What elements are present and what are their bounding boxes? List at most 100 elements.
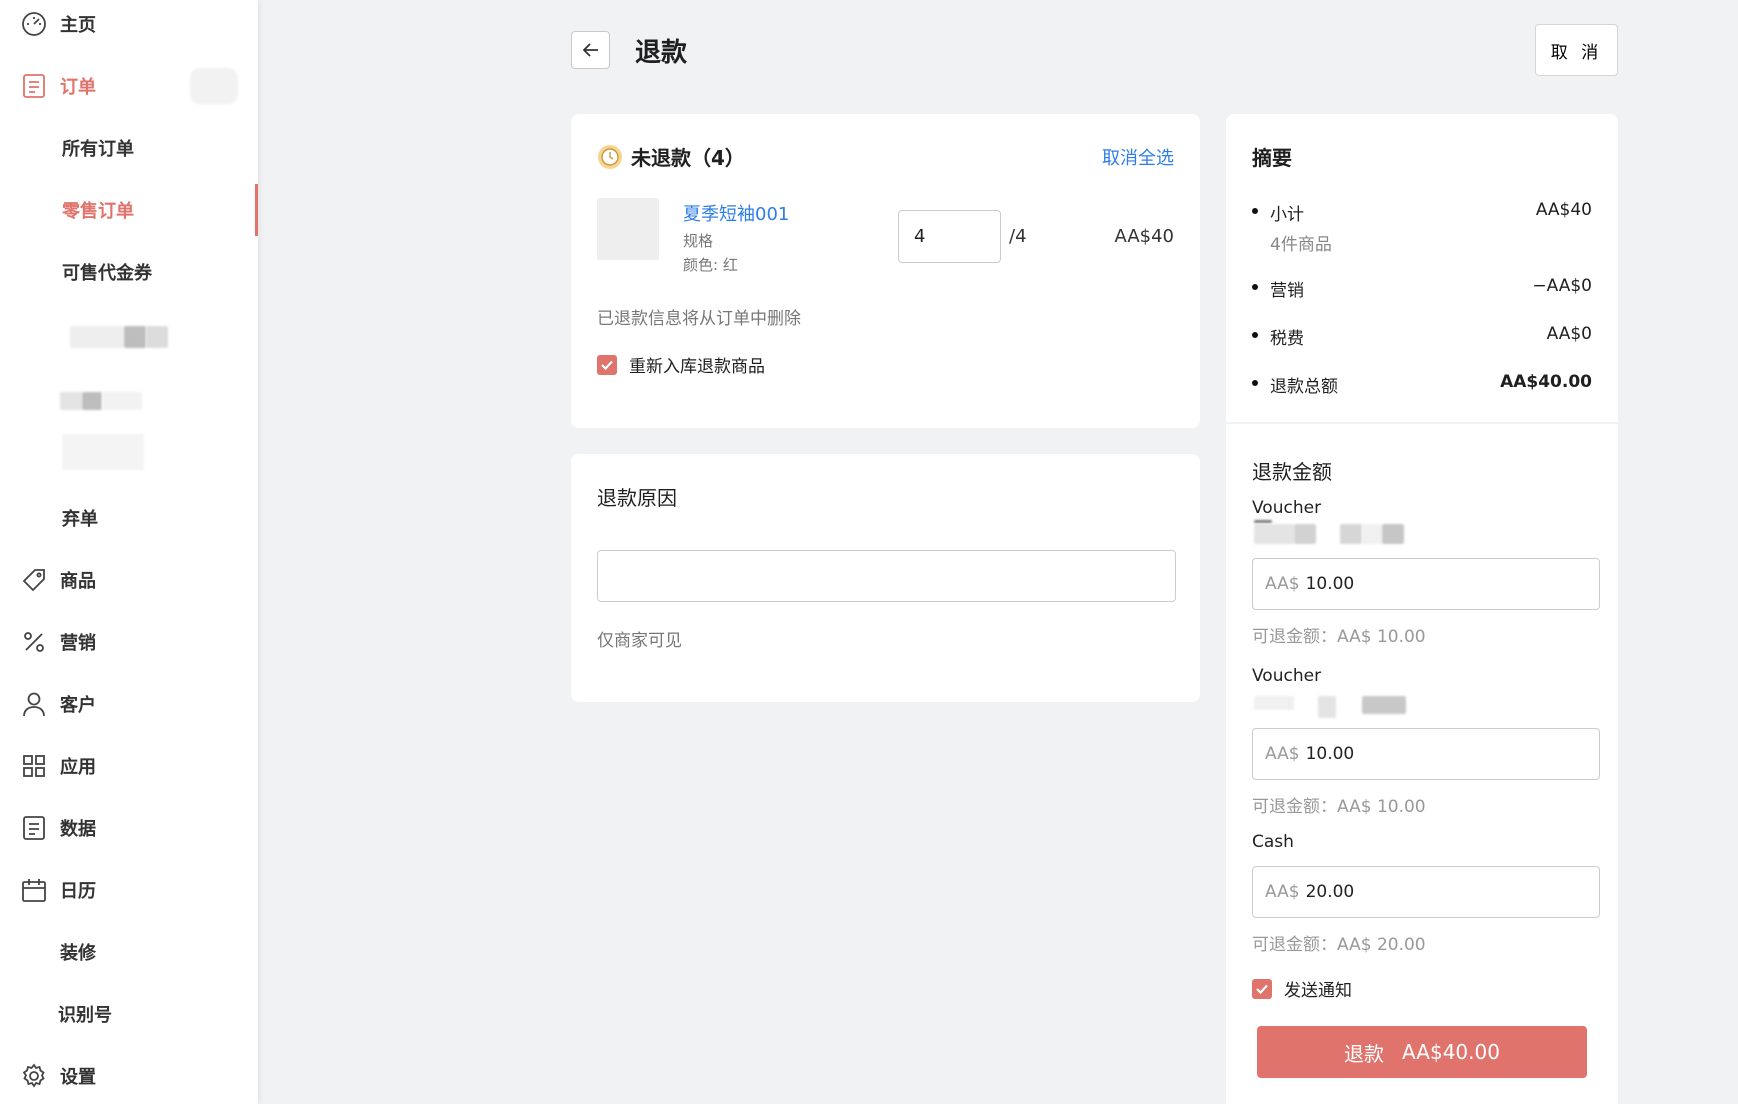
payment-method-label: Voucher [1252, 498, 1322, 518]
blurred-detail [1382, 524, 1404, 544]
sidebar-item-label: 应用 [60, 757, 96, 778]
sidebar-item-decorate[interactable]: 装修 [0, 930, 258, 974]
product-color: 颜色: 红 [683, 256, 738, 274]
subtotal-items: 4件商品 [1270, 235, 1332, 255]
arrow-left-icon [582, 43, 598, 57]
clock-icon [597, 144, 623, 170]
product-name-link[interactable]: 夏季短袖001 [683, 200, 789, 226]
product-spec: 规格 [683, 232, 714, 250]
unrefunded-title: 未退款（4） [631, 146, 745, 170]
refund-button-amount: AA$40.00 [1402, 1040, 1500, 1064]
sidebar-item-all-orders[interactable]: 所有订单 [0, 126, 258, 170]
refund-amount-input[interactable]: AA$ 20.00 [1252, 866, 1600, 918]
payment-method-label: Cash [1252, 832, 1294, 852]
sidebar-item-label: 可售代金券 [62, 263, 152, 284]
tax-value: AA$0 [1546, 324, 1592, 344]
refund-note: 已退款信息将从订单中删除 [597, 309, 801, 329]
refund-amount-input[interactable]: AA$ 10.00 [1252, 558, 1600, 610]
sidebar-item-label: 商品 [60, 571, 96, 592]
refund-amount-title: 退款金额 [1252, 460, 1332, 484]
back-button[interactable] [571, 31, 610, 69]
check-icon [601, 360, 613, 370]
blurred-detail [1254, 696, 1294, 710]
blurred-detail [1254, 520, 1272, 523]
available-amount: 可退金额：AA$ 20.00 [1252, 935, 1426, 955]
percent-icon [20, 628, 48, 656]
refund-button-label: 退款 [1344, 1041, 1385, 1066]
notify-checkbox[interactable] [1252, 978, 1272, 999]
blurred-detail [1318, 696, 1336, 718]
sidebar-item-home[interactable]: 主页 [0, 2, 258, 46]
summary-divider [1226, 422, 1618, 424]
check-icon [1256, 984, 1268, 994]
user-icon [20, 690, 48, 718]
available-amount: 可退金额：AA$ 10.00 [1252, 797, 1426, 817]
page-title: 退款 [635, 38, 688, 68]
refund-button[interactable]: 退款 AA$40.00 [1257, 1026, 1587, 1078]
cancel-button[interactable]: 取 消 [1535, 24, 1618, 76]
sidebar-item-vouchers[interactable]: 可售代金券 [0, 250, 258, 294]
blurred-item [102, 392, 142, 410]
total-value: AA$40.00 [1500, 372, 1592, 392]
tax-label: 税费 [1270, 329, 1304, 349]
refund-reason-input[interactable] [597, 550, 1176, 602]
blurred-detail [1340, 524, 1362, 544]
restock-row: 重新入库退款商品 [597, 352, 765, 377]
blurred-item [82, 392, 102, 410]
payment-method-label: Voucher [1252, 666, 1322, 686]
deselect-all-link[interactable]: 取消全选 [1102, 144, 1174, 170]
currency-prefix: AA$ [1265, 744, 1300, 764]
marketing-label: 营销 [1270, 281, 1304, 301]
data-icon [20, 814, 48, 842]
product-thumbnail [597, 198, 659, 260]
calendar-icon [20, 876, 48, 904]
product-price: AA$40 [1114, 226, 1174, 247]
currency-prefix: AA$ [1265, 882, 1300, 902]
sidebar-item-label: 客户 [60, 695, 96, 716]
amount-value: 10.00 [1305, 744, 1355, 764]
refund-reason-hint: 仅商家可见 [597, 631, 682, 651]
refund-reason-card: 退款原因 仅商家可见 [571, 454, 1200, 702]
sidebar-item-label: 装修 [60, 943, 96, 964]
blurred-detail [1254, 524, 1294, 544]
amount-value: 10.00 [1305, 574, 1355, 594]
amount-value: 20.00 [1305, 882, 1355, 902]
order-icon [20, 72, 48, 100]
sidebar-item-customers[interactable]: 客户 [0, 682, 258, 726]
sidebar-item-id-number[interactable]: 识别号 [0, 992, 258, 1036]
dashboard-icon [20, 10, 48, 38]
unrefunded-card: 未退款（4） 取消全选 夏季短袖001 规格 颜色: 红 /4 AA$40 已退… [571, 114, 1200, 428]
blurred-item [124, 326, 146, 348]
sidebar-item-label: 设置 [60, 1067, 96, 1088]
sidebar-item-abandoned[interactable]: 弃单 [0, 496, 258, 540]
notify-row: 发送通知 [1252, 976, 1352, 1001]
subtotal-value: AA$40 [1535, 200, 1592, 220]
quantity-total: /4 [1009, 226, 1027, 247]
sidebar-item-calendar[interactable]: 日历 [0, 868, 258, 912]
total-label: 退款总额 [1270, 377, 1338, 397]
notify-label: 发送通知 [1284, 981, 1352, 1001]
refund-amount-input[interactable]: AA$ 10.00 [1252, 728, 1600, 780]
unrefunded-header: 未退款（4） [597, 142, 745, 171]
restock-checkbox[interactable] [597, 354, 617, 375]
sidebar-item-label: 日历 [60, 881, 96, 902]
blurred-item [60, 392, 82, 410]
sidebar-item-data[interactable]: 数据 [0, 806, 258, 850]
sidebar-item-apps[interactable]: 应用 [0, 744, 258, 788]
quantity-input[interactable] [898, 210, 1001, 263]
sidebar-item-marketing[interactable]: 营销 [0, 620, 258, 664]
sidebar-item-label: 所有订单 [62, 139, 134, 160]
sidebar-item-label: 弃单 [62, 509, 98, 530]
summary-title: 摘要 [1252, 146, 1292, 170]
currency-prefix: AA$ [1265, 574, 1300, 594]
sidebar-item-products[interactable]: 商品 [0, 558, 258, 602]
restock-label: 重新入库退款商品 [629, 357, 765, 377]
sidebar-item-label: 营销 [60, 633, 96, 654]
sidebar-item-label: 主页 [60, 15, 96, 36]
sidebar-item-settings[interactable]: 设置 [0, 1054, 258, 1098]
blurred-detail [1294, 524, 1316, 544]
grid-icon [20, 752, 48, 780]
sidebar-item-retail-orders[interactable]: 零售订单 [0, 184, 258, 236]
sidebar-item-label: 订单 [60, 77, 96, 98]
summary-card: 摘要 小计 AA$40 4件商品 营销 −AA$0 税费 AA$0 退款总额 A… [1226, 114, 1618, 1104]
